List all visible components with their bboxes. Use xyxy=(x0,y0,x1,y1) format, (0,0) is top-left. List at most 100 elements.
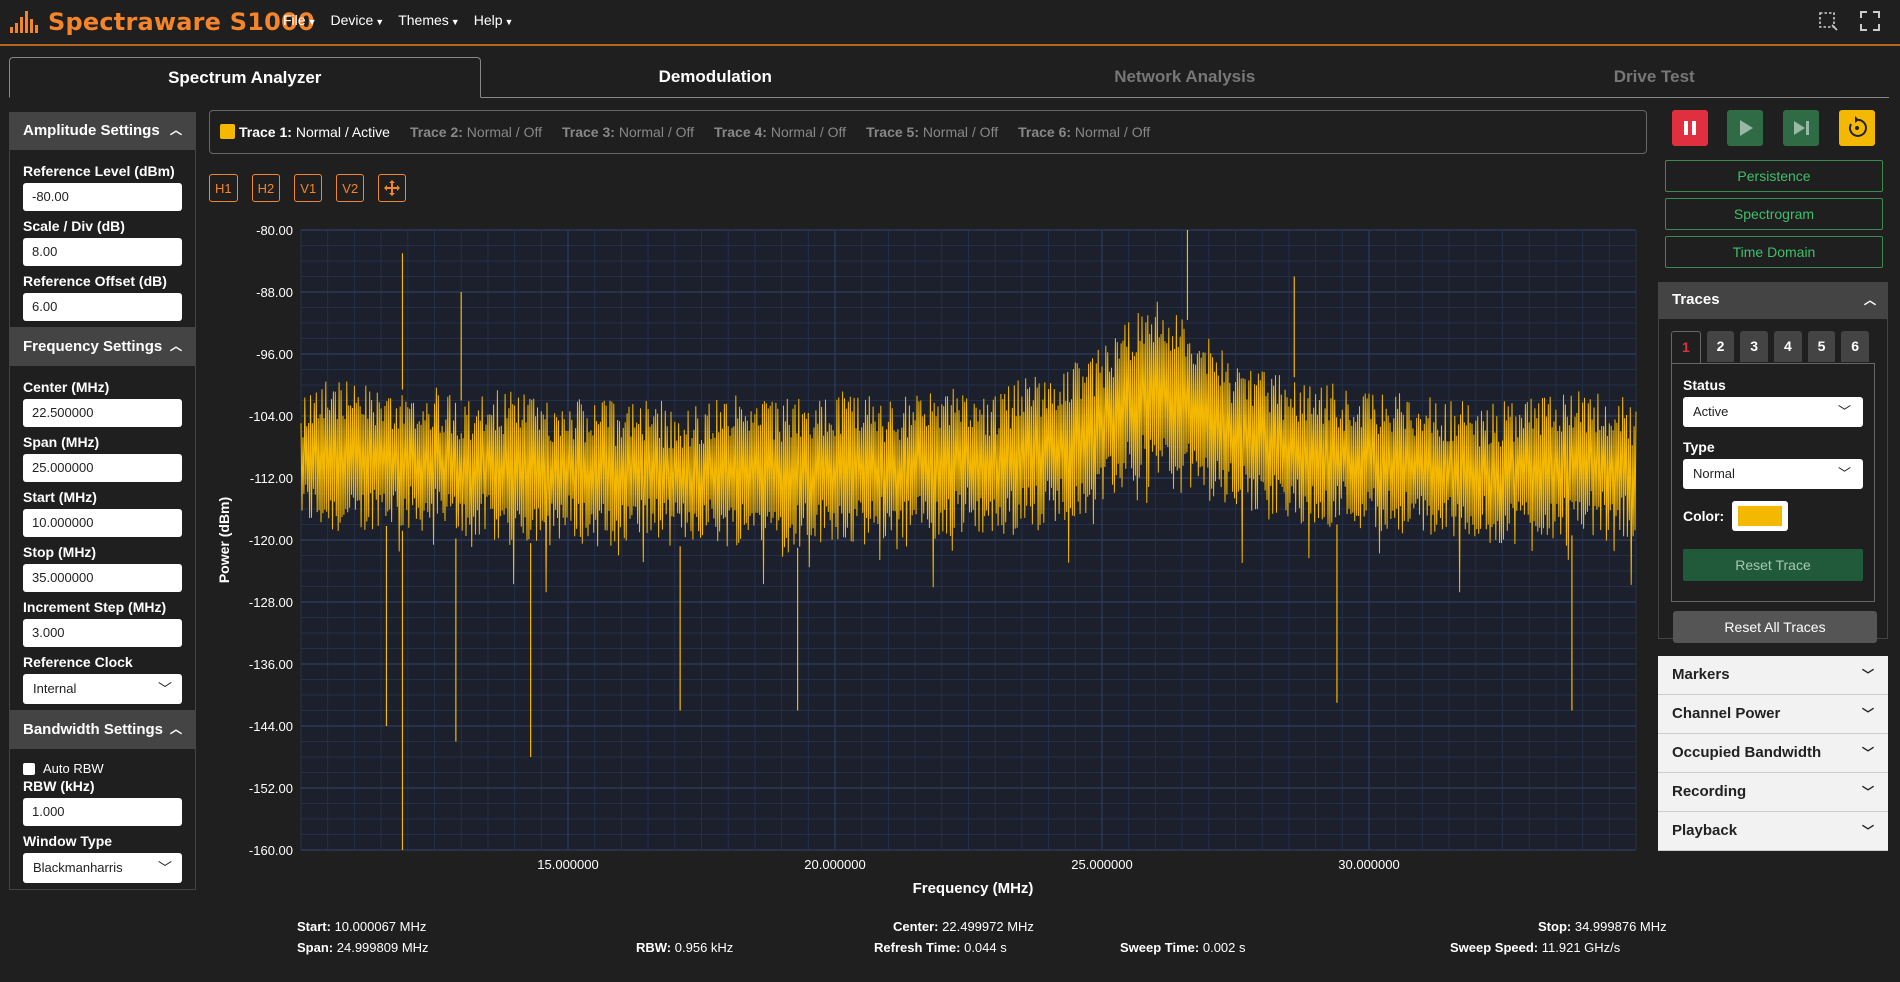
move-arrows-icon xyxy=(384,180,401,196)
trace-3-status[interactable]: Trace 3: Normal / Off xyxy=(562,124,694,140)
caret-down-icon: ▼ xyxy=(307,17,317,27)
trace-2-status[interactable]: Trace 2: Normal / Off xyxy=(410,124,542,140)
v1-button[interactable]: V1 xyxy=(294,174,323,202)
color-swatch xyxy=(1738,506,1783,526)
ref-level-input[interactable]: -80.00 xyxy=(23,183,182,211)
info-stop: Stop: 34.999876 MHz xyxy=(1538,919,1667,934)
trace-1-status[interactable]: Trace 1: Normal / Active xyxy=(220,124,390,140)
auto-rbw-label: Auto RBW xyxy=(43,761,104,776)
h1-button[interactable]: H1 xyxy=(209,174,238,202)
span-label: Span (MHz) xyxy=(23,434,100,450)
increment-step-input[interactable]: 3.000 xyxy=(23,619,182,647)
y-axis-ticks: -80.00 -88.00 -96.00 -104.00 -112.00 -120.00 -… xyxy=(249,223,293,858)
reset-trace-button[interactable]: Reset Trace xyxy=(1683,549,1863,581)
trace-tab-1[interactable]: 1 xyxy=(1671,331,1701,363)
auto-rbw-checkbox[interactable] xyxy=(23,762,35,775)
rbw-input[interactable]: 1.000 xyxy=(23,798,182,826)
pan-move-button[interactable] xyxy=(378,174,407,202)
y-tick-label: -104.00 xyxy=(249,409,293,424)
span-input[interactable]: 25.000000 xyxy=(23,454,182,482)
restart-button[interactable] xyxy=(1839,110,1875,146)
info-refresh-time: Refresh Time: 0.044 s xyxy=(874,940,1007,955)
menu-themes[interactable]: Themes ▼ xyxy=(398,12,460,28)
chevron-down-icon: ﹀ xyxy=(1837,404,1851,419)
info-sweep-speed: Sweep Speed: 11.921 GHz/s xyxy=(1450,940,1621,955)
trace-4-status[interactable]: Trace 4: Normal / Off xyxy=(714,124,846,140)
info-span: Span: 24.999809 MHz xyxy=(297,940,429,955)
traces-panel: Traces ︿ 1 2 3 4 5 6 Status Active ﹀ Type … xyxy=(1658,282,1888,851)
info-center: Center: 22.499972 MHz xyxy=(893,919,1034,934)
chevron-down-icon: ﹀ xyxy=(1861,746,1874,760)
play-icon xyxy=(1740,120,1753,136)
tab-network-analysis[interactable]: Network Analysis xyxy=(950,57,1420,97)
chevron-down-icon: ﹀ xyxy=(1861,707,1874,721)
ref-offset-input[interactable]: 6.00 xyxy=(23,293,182,321)
frequency-settings-header[interactable]: Frequency Settings ︿ xyxy=(9,328,196,365)
v2-button[interactable]: V2 xyxy=(336,174,365,202)
ref-level-label: Reference Level (dBm) xyxy=(23,163,175,179)
window-type-select[interactable]: Blackmanharris ﹀ xyxy=(23,853,182,883)
amplitude-settings-header[interactable]: Amplitude Settings ︿ xyxy=(9,112,196,149)
traces-header[interactable]: Traces ︿ xyxy=(1658,282,1888,318)
trace-tab-3[interactable]: 3 xyxy=(1740,331,1769,362)
reference-clock-select[interactable]: Internal ﹀ xyxy=(23,674,182,704)
persistence-button[interactable]: Persistence xyxy=(1665,160,1883,192)
bandwidth-settings-body: Auto RBW RBW (kHz) 1.000 Window Type Bla… xyxy=(9,748,196,890)
step-forward-button[interactable] xyxy=(1783,110,1819,146)
play-button[interactable] xyxy=(1727,110,1763,146)
app-logo: Spectraware S1000 xyxy=(10,8,315,36)
menu-file[interactable]: File ▼ xyxy=(283,12,316,28)
trace-tab-6[interactable]: 6 xyxy=(1841,331,1870,362)
menu-help[interactable]: Help ▼ xyxy=(474,12,514,28)
color-picker[interactable] xyxy=(1732,501,1789,531)
channel-power-accordion[interactable]: Channel Power ﹀ xyxy=(1658,695,1888,734)
pause-button[interactable] xyxy=(1672,110,1708,146)
scale-div-input[interactable]: 8.00 xyxy=(23,238,182,266)
window-type-label: Window Type xyxy=(23,833,113,849)
tab-spectrum-analyzer[interactable]: Spectrum Analyzer xyxy=(9,57,481,98)
status-select[interactable]: Active ﹀ xyxy=(1683,397,1863,427)
recording-accordion[interactable]: Recording ﹀ xyxy=(1658,773,1888,812)
info-start: Start: 10.000067 MHz xyxy=(297,919,427,934)
y-tick-label: -128.00 xyxy=(249,595,293,610)
occupied-bandwidth-accordion[interactable]: Occupied Bandwidth ﹀ xyxy=(1658,734,1888,773)
select-region-icon[interactable] xyxy=(1818,11,1838,31)
type-select[interactable]: Normal ﹀ xyxy=(1683,459,1863,489)
tab-demodulation[interactable]: Demodulation xyxy=(481,57,951,97)
y-tick-label: -136.00 xyxy=(249,657,293,672)
stop-input[interactable]: 35.000000 xyxy=(23,564,182,592)
tab-drive-test[interactable]: Drive Test xyxy=(1420,57,1890,97)
bandwidth-settings-header[interactable]: Bandwidth Settings ︿ xyxy=(9,711,196,748)
chevron-down-icon: ﹀ xyxy=(1861,668,1874,682)
trace-tab-5[interactable]: 5 xyxy=(1807,331,1836,362)
center-input[interactable]: 22.500000 xyxy=(23,399,182,427)
h2-button[interactable]: H2 xyxy=(251,174,281,202)
trace-5-status[interactable]: Trace 5: Normal / Off xyxy=(866,124,998,140)
info-rbw: RBW: 0.956 kHz xyxy=(636,940,734,955)
trace-tab-2[interactable]: 2 xyxy=(1706,331,1735,362)
spectrum-chart[interactable]: -80.00 -88.00 -96.00 -104.00 -112.00 -120.00 -… xyxy=(209,210,1649,920)
playback-accordion[interactable]: Playback ﹀ xyxy=(1658,812,1888,851)
ref-offset-label: Reference Offset (dB) xyxy=(23,273,167,289)
y-tick-label: -80.00 xyxy=(256,223,293,238)
y-tick-label: -96.00 xyxy=(256,347,293,362)
x-tick-label: 30.000000 xyxy=(1338,857,1399,872)
x-axis-ticks: 15.000000 20.000000 25.000000 30.000000 xyxy=(537,857,1399,872)
spectrogram-button[interactable]: Spectrogram xyxy=(1665,198,1883,230)
y-tick-label: -112.00 xyxy=(250,471,293,486)
markers-accordion[interactable]: Markers ﹀ xyxy=(1658,656,1888,695)
reset-all-traces-button[interactable]: Reset All Traces xyxy=(1673,611,1877,643)
time-domain-button[interactable]: Time Domain xyxy=(1665,236,1883,268)
rbw-label: RBW (kHz) xyxy=(23,778,95,794)
top-bar: Spectraware S1000 File ▼ Device ▼ Themes ▼ … xyxy=(0,0,1900,46)
trace-6-status[interactable]: Trace 6: Normal / Off xyxy=(1018,124,1150,140)
start-input[interactable]: 10.000000 xyxy=(23,509,182,537)
chevron-up-icon: ︿ xyxy=(1863,293,1876,307)
spectrum-logo-icon xyxy=(10,11,40,33)
type-label: Type xyxy=(1683,439,1715,455)
trace-tab-4[interactable]: 4 xyxy=(1774,331,1802,362)
menu-device[interactable]: Device ▼ xyxy=(330,12,384,28)
fullscreen-icon[interactable] xyxy=(1860,11,1880,31)
chart-grid xyxy=(300,229,1637,851)
increment-step-label: Increment Step (MHz) xyxy=(23,599,167,615)
